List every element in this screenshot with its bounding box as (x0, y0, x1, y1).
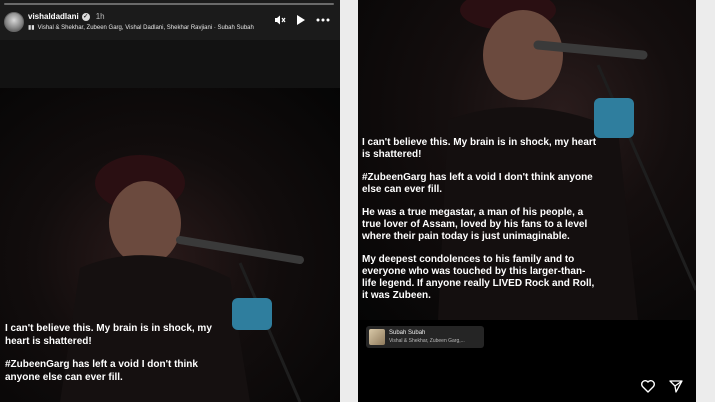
post-paragraph: He was a true megastar, a man of his peo… (362, 207, 588, 242)
page-margin (696, 0, 715, 402)
story-username[interactable]: vishaldadlani (28, 12, 79, 21)
verified-icon: ✓ (81, 12, 90, 21)
story-caption-line: #ZubeenGarg has left a void I don't thin… (5, 359, 198, 383)
post-paragraph: I can't believe this. My brain is in sho… (362, 137, 597, 160)
story-user-row: vishaldadlani ✓ 1h (28, 12, 105, 21)
play-icon[interactable] (296, 14, 306, 30)
music-bars-icon: ▮▮ (28, 25, 35, 31)
speaker-muted-icon[interactable] (274, 14, 286, 30)
music-sticker[interactable]: Subah Subah Vishal & Shekhar, Zubeen Gar… (366, 326, 484, 348)
avatar[interactable] (4, 12, 24, 32)
story-music-text: Vishal & Shekhar, Zubeen Garg, Vishal Da… (37, 24, 254, 31)
post-paragraph: #ZubeenGarg has left a void I don't thin… (362, 172, 593, 195)
more-icon[interactable] (316, 14, 330, 30)
story-panel: vishaldadlani ✓ 1h ▮▮ Vishal & Shekhar, … (0, 0, 340, 402)
story-progress-bar (4, 3, 334, 5)
post-photo: I can't believe this. My brain is in sho… (358, 0, 696, 320)
story-time-ago: 1h (95, 12, 105, 21)
sticker-song-title: Subah Subah (389, 330, 426, 336)
post-text: I can't believe this. My brain is in sho… (362, 137, 597, 313)
sticker-artists: Vishal & Shekhar, Zubeen Garg,... (389, 338, 465, 344)
story-header: vishaldadlani ✓ 1h ▮▮ Vishal & Shekhar, … (0, 0, 340, 40)
album-art-thumbnail (369, 329, 385, 345)
story-controls (274, 14, 330, 30)
post-panel: I can't believe this. My brain is in sho… (358, 0, 696, 402)
post-actions (640, 378, 684, 394)
story-caption-line: I can't believe this. My brain is in sho… (5, 323, 212, 347)
post-paragraph: My deepest condolences to his family and… (362, 254, 595, 301)
send-icon[interactable] (668, 378, 684, 394)
story-music-row[interactable]: ▮▮ Vishal & Shekhar, Zubeen Garg, Vishal… (28, 24, 268, 32)
story-photo: I can't believe this. My brain is in sho… (0, 88, 340, 402)
screenshot-root: vishaldadlani ✓ 1h ▮▮ Vishal & Shekhar, … (0, 0, 715, 402)
heart-icon[interactable] (640, 378, 656, 394)
story-caption: I can't believe this. My brain is in sho… (5, 322, 235, 394)
